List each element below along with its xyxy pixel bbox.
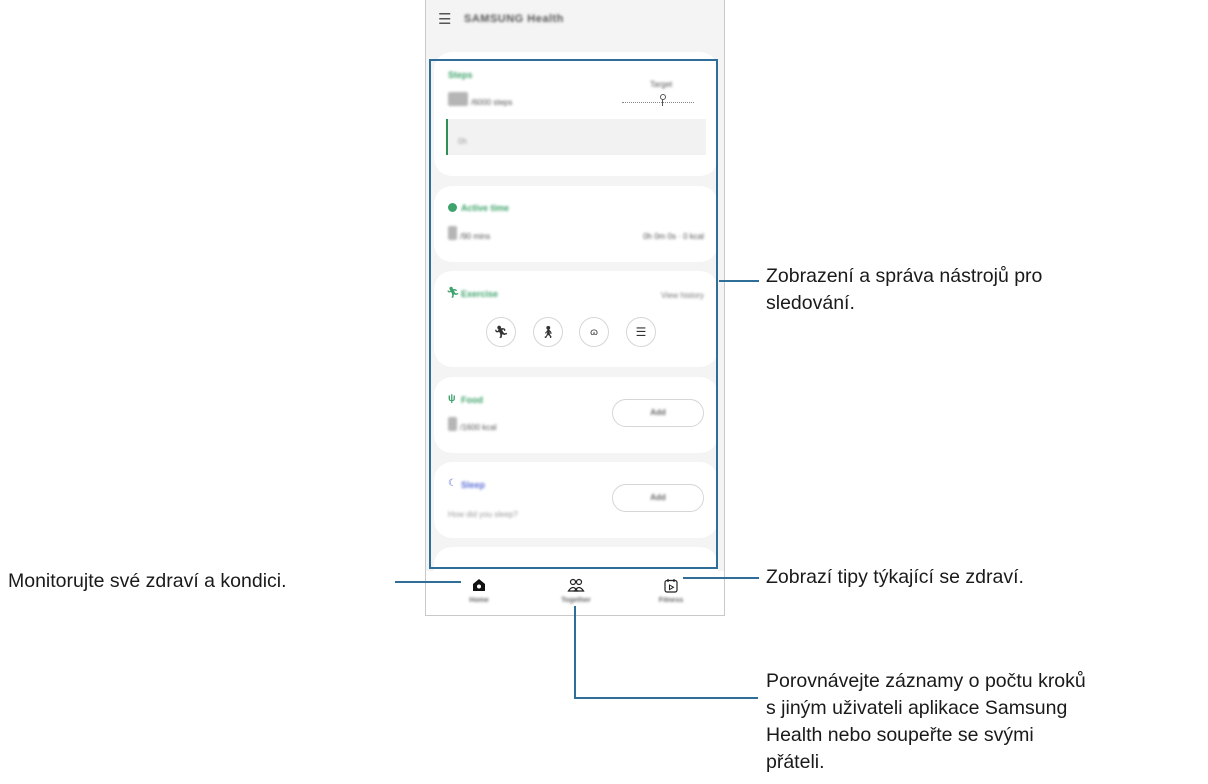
steps-target-label: Target <box>650 80 673 89</box>
trackers-annotation: Zobrazení a správa nástrojů pro sledován… <box>766 263 1042 317</box>
home-icon <box>470 578 488 594</box>
cycling-icon: ɷ <box>590 326 598 338</box>
active-time-goal: /90 mins <box>460 232 491 241</box>
together-annotation-line1: Porovnávejte záznamy o počtu kroků <box>766 670 1086 692</box>
list-icon: ☰ <box>635 325 647 339</box>
home-annotation: Monitorujte své zdraví a kondici. <box>8 570 287 592</box>
target-dotted-line <box>622 102 694 103</box>
together-callout-horizontal <box>574 697 758 699</box>
cycling-button[interactable]: ɷ <box>579 317 609 347</box>
running-icon: 🏃︎ <box>493 325 509 339</box>
together-annotation-line3: Health nebo soupeřte se svými <box>766 724 1034 746</box>
nav-fitness-label: Fitness <box>658 597 684 604</box>
together-annotation: Porovnávejte záznamy o počtu kroků s jin… <box>766 668 1086 776</box>
more-exercises-button[interactable]: ☰ <box>626 317 656 347</box>
sleep-card[interactable]: ☾ Sleep How did you sleep? Add <box>434 462 718 538</box>
sleep-add-label: Add <box>650 493 666 502</box>
moon-icon: ☾ <box>448 478 457 489</box>
running-button[interactable]: 🏃︎ <box>486 317 516 347</box>
food-card[interactable]: ψ Food /1600 kcal Add <box>434 377 718 453</box>
nav-together-label: Together <box>561 597 591 604</box>
active-time-label: Active time <box>461 203 510 213</box>
target-pin-stem <box>662 99 663 106</box>
home-callout-line <box>395 581 461 583</box>
together-callout-vertical <box>574 606 576 698</box>
sleep-add-button[interactable]: Add <box>612 484 704 512</box>
steps-count-text: 23 <box>448 92 461 106</box>
sleep-label: Sleep <box>461 480 486 490</box>
active-time-value <box>448 226 457 240</box>
tips-annotation: Zobrazí tipy týkající se zdraví. <box>766 566 1024 588</box>
together-annotation-line2: s jiným uživateli aplikace Samsung <box>766 697 1068 719</box>
steps-goal: /6000 steps <box>471 98 513 107</box>
fork-knife-icon: ψ <box>448 393 456 404</box>
steps-chart-caption: 0h <box>458 137 467 146</box>
active-time-detail: 0h 0m 0s · 0 kcal <box>643 232 704 241</box>
target-pin-icon <box>660 94 666 100</box>
app-header: ☰ SAMSUNG Health <box>426 0 724 44</box>
exercise-label: Exercise <box>461 289 499 299</box>
food-label: Food <box>461 395 483 405</box>
phone-screen: ☰ SAMSUNG Health Steps 23 /6000 steps Ta… <box>425 0 725 616</box>
active-time-card[interactable]: Active time /90 mins 0h 0m 0s · 0 kcal <box>434 186 718 262</box>
walking-button[interactable]: 🚶︎ <box>533 317 563 347</box>
tips-callout-line <box>683 577 759 579</box>
steps-chart: 0h <box>446 119 706 155</box>
food-value <box>448 417 457 431</box>
calendar-play-icon <box>662 578 680 594</box>
app-title: SAMSUNG Health <box>464 13 564 25</box>
nav-fitness[interactable]: Fitness <box>641 575 701 613</box>
food-add-label: Add <box>650 408 666 417</box>
trackers-annotation-line2: sledování. <box>766 292 855 314</box>
menu-icon[interactable]: ☰ <box>438 12 451 28</box>
trackers-annotation-line1: Zobrazení a správa nástrojů pro <box>766 265 1043 287</box>
steps-card[interactable]: Steps 23 /6000 steps Target 0h <box>434 52 718 176</box>
nav-home-label: Home <box>469 597 489 604</box>
steps-label: Steps <box>448 70 473 80</box>
sleep-question: How did you sleep? <box>448 510 518 519</box>
trackers-callout-line <box>719 280 759 282</box>
walking-icon: 🚶︎ <box>540 325 556 339</box>
exercise-icon: 🏃︎ <box>446 287 460 299</box>
people-icon <box>567 578 585 594</box>
food-add-button[interactable]: Add <box>612 399 704 427</box>
together-annotation-line4: přáteli. <box>766 751 825 773</box>
exercise-card[interactable]: 🏃︎ Exercise View history 🏃︎ 🚶︎ ɷ ☰ <box>434 271 718 367</box>
view-history-link[interactable]: View history <box>661 291 704 300</box>
food-goal: /1600 kcal <box>460 423 497 432</box>
nav-together[interactable]: Together <box>546 575 606 613</box>
clock-icon <box>448 203 457 212</box>
